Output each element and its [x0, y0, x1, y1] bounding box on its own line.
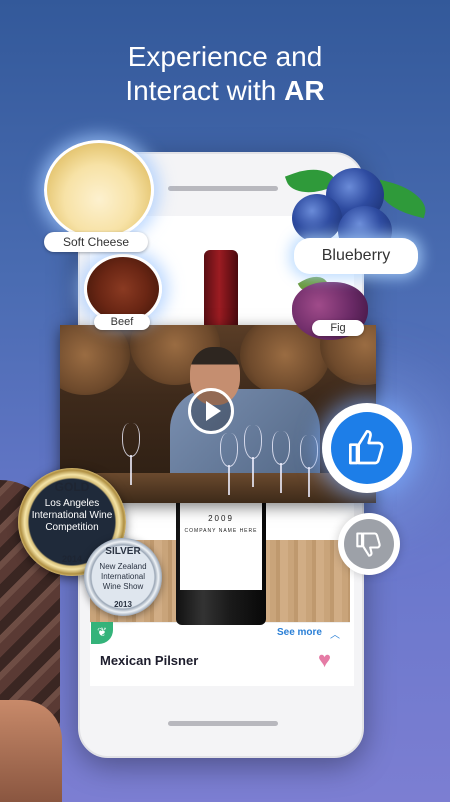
headline-line-1: Experience and [127, 41, 323, 72]
wine-glass [244, 425, 262, 459]
gold-medal-text: GOLD [54, 480, 90, 494]
phone-home-bar [168, 721, 278, 726]
headline: Experience and Interact with AR [0, 40, 450, 108]
wine-glass [122, 423, 140, 457]
heart-icon[interactable]: ♥ [318, 649, 340, 671]
headline-line-2: Interact with AR [125, 75, 325, 106]
glass-stem [252, 457, 254, 487]
soft-cheese-image[interactable] [44, 140, 154, 240]
headline-ar: AR [284, 75, 325, 106]
wine-glass [220, 433, 238, 467]
blueberry-image[interactable] [292, 194, 342, 242]
blueberry-label[interactable]: Blueberry [294, 238, 418, 274]
silver-medal-badge: SILVER New Zealand International Wine Sh… [84, 538, 162, 616]
wine-glass [300, 435, 318, 469]
gold-medal-title: Los Angeles International Wine Competiti… [31, 498, 113, 533]
silver-medal-text: SILVER [105, 546, 141, 557]
wine-glass [272, 431, 290, 465]
video-player[interactable] [60, 325, 376, 503]
barrel [60, 325, 130, 395]
beer-name: Mexican Pilsner [100, 653, 199, 668]
thumbs-up-icon [331, 412, 403, 484]
see-more-link[interactable]: See more [277, 627, 322, 638]
glass-stem [130, 455, 132, 485]
fig-label[interactable]: Fig [312, 320, 364, 336]
glass-stem [280, 463, 282, 493]
phone-speaker [168, 186, 278, 191]
thumbs-down-icon [344, 519, 394, 569]
thumbs-up-button[interactable] [322, 403, 412, 493]
play-icon[interactable] [188, 388, 234, 434]
silver-medal-title: New Zealand International Wine Show [99, 562, 147, 591]
bottle-year: 2009 [208, 514, 234, 523]
silver-medal-year: 2013 [114, 600, 132, 609]
soft-cheese-label[interactable]: Soft Cheese [44, 232, 148, 252]
person-hand [0, 700, 62, 802]
thumbs-down-button[interactable] [338, 513, 400, 575]
glass-stem [228, 465, 230, 495]
bottle-company-name: COMPANY NAME HERE [184, 528, 258, 534]
glass-stem [308, 467, 310, 497]
product-card-footer: See more ︿ Mexican Pilsner ♥ [90, 622, 350, 686]
chevron-up-icon[interactable]: ︿ [330, 626, 340, 641]
beef-label[interactable]: Beef [94, 314, 150, 330]
bottle-label: 2009 COMPANY NAME HERE [180, 500, 262, 590]
